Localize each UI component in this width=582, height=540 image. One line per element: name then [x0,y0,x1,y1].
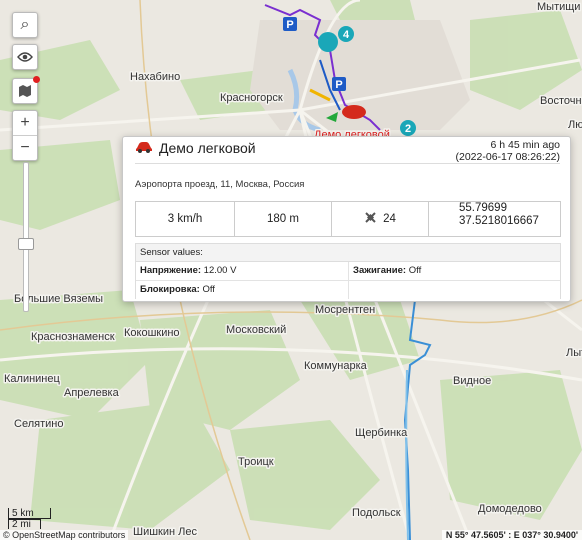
sensor-blocking: Блокировка: Off [140,284,215,295]
place-label: Домодедово [478,503,542,515]
cluster-marker[interactable]: 2 [405,123,411,135]
parking-marker[interactable]: P [335,79,342,91]
place-label: Видное [453,375,491,387]
car-icon [135,140,153,156]
place-label: Кокошкино [124,327,180,339]
place-label: Лыт [566,347,582,359]
time-ago: 6 h 45 min ago [490,139,560,151]
place-label: Подольск [352,507,401,519]
satellites: 24 [332,202,429,236]
place-label: Московский [226,324,286,336]
vehicle-name: Демо легковой [159,140,256,156]
place-label: Щербинка [355,427,408,439]
zoom-in-button[interactable]: + [13,111,37,135]
zoom-control[interactable]: + − [12,110,38,161]
sensor-row: Блокировка: Off [136,281,560,299]
place-label: Калининец [4,373,61,385]
place-label: Краснознаменск [31,331,115,343]
address: Аэропорта проезд, 11, Москва, Россия [135,179,305,190]
notification-dot [33,76,40,83]
place-label: Мытищи [537,1,580,13]
zoom-out-button[interactable]: − [13,135,37,160]
search-control[interactable]: ⌕ [12,12,38,38]
place-label: Апрелевка [64,387,120,399]
map-layers-icon[interactable] [13,79,37,103]
place-label: Восточн [540,95,582,107]
latitude: 55.79699 [459,202,507,214]
speed: 3 km/h [136,202,235,236]
cursor-coordinates: N 55° 47.5605' : E 037° 30.9400' [441,530,582,540]
satellite-icon [364,211,377,227]
sensor-empty [348,281,560,299]
layers-control[interactable] [12,76,40,104]
place-label: Троицк [238,456,274,468]
coordinates-cell: 55.79699 37.5218016667 [429,202,560,236]
satellites-count: 24 [383,213,396,225]
eye-icon[interactable] [13,45,37,69]
scale-mi: 2 mi [8,519,41,530]
place-label: Мосрентген [315,304,375,316]
place-label: Красногорск [220,92,283,104]
altitude: 180 m [235,202,332,236]
place-label: Нахабино [130,71,180,83]
zoom-slider-handle[interactable] [18,237,34,250]
place-label: Лю [568,119,582,131]
last-update: 6 h 45 min ago (2022-06-17 08:26:22) [456,139,561,163]
scale-bar: 5 km 2 mi [8,508,51,530]
place-label: Коммунарка [304,360,368,372]
cluster-marker[interactable]: 4 [343,29,350,41]
sensor-values-header: Sensor values: [136,244,560,262]
stats-row: 3 km/h 180 m 24 55.79699 37.5218016667 [135,201,561,237]
popup-header: Демо легковой [135,140,256,156]
place-label: Шишкин Лес [133,526,197,538]
vehicle-info-popup: Демо легковой 6 h 45 min ago (2022-06-17… [122,136,571,302]
place-label: Селятино [14,418,63,430]
scale-km: 5 km [8,508,51,519]
search-icon[interactable]: ⌕ [13,13,37,37]
parking-marker[interactable]: P [286,19,293,31]
visibility-control[interactable] [12,44,38,70]
sensor-voltage: Напряжение: 12.00 V [140,265,237,276]
sensor-row: Напряжение: 12.00 V Зажигание: Off [136,262,560,281]
map-attribution[interactable]: © OpenStreetMap contributors [0,530,129,540]
longitude: 37.5218016667 [459,215,539,227]
sensor-values-table: Sensor values: Напряжение: 12.00 V Зажиг… [135,243,561,299]
timestamp: (2022-06-17 08:26:22) [455,151,561,163]
sensor-ignition: Зажигание: Off [348,262,560,280]
zoom-slider[interactable] [18,162,34,312]
